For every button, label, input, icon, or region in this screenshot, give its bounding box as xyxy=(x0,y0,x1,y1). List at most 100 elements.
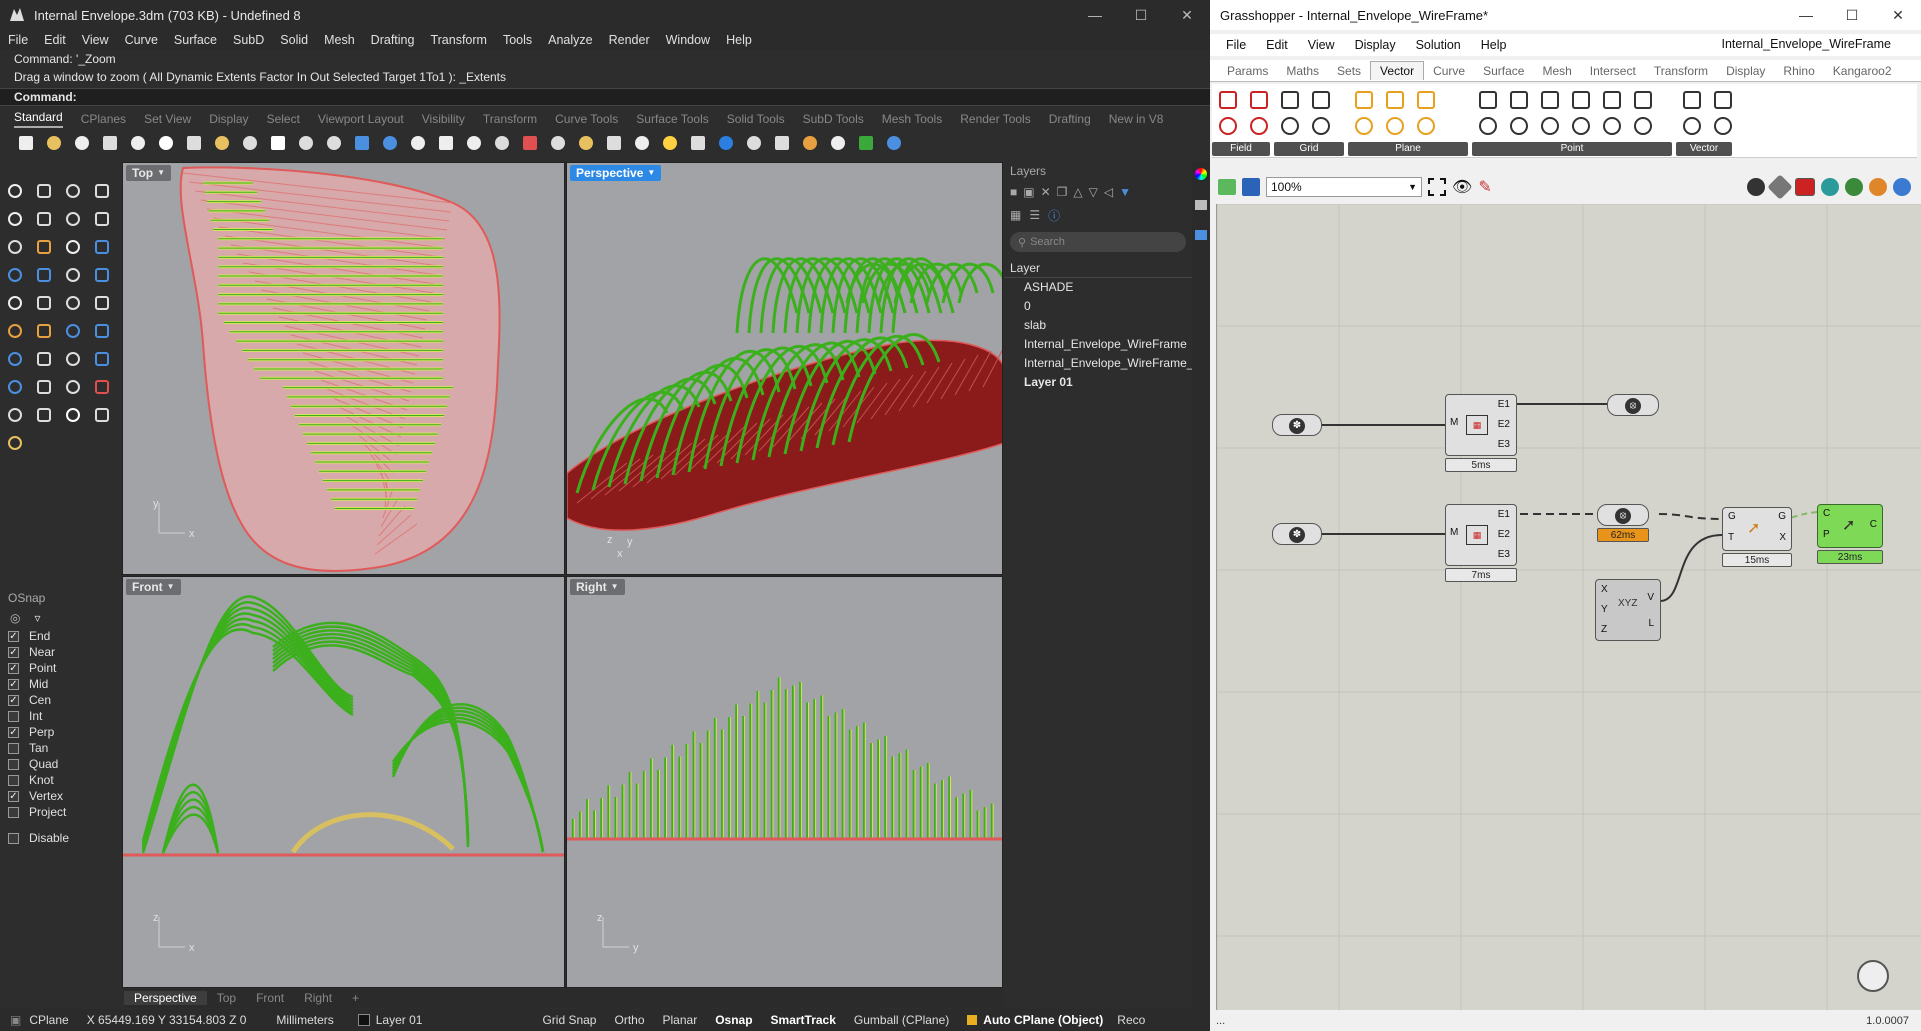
layer-row[interactable]: Layer 01 xyxy=(1004,373,1192,392)
box-icon[interactable] xyxy=(2,262,28,287)
render-icon[interactable] xyxy=(2,430,28,455)
render-icon[interactable] xyxy=(658,131,682,155)
layer-row[interactable]: Internal_Envelope_WireFrame_ xyxy=(1004,354,1192,373)
vector-tool-icon[interactable] xyxy=(1247,88,1271,112)
menu-analyze[interactable]: Analyze xyxy=(548,33,592,47)
gh-tab-transform[interactable]: Transform xyxy=(1645,62,1717,80)
gear-icon[interactable] xyxy=(826,131,850,155)
checkbox[interactable] xyxy=(8,758,19,770)
vector-tool-icon[interactable] xyxy=(1631,114,1655,138)
rotate-icon[interactable] xyxy=(60,318,86,343)
tab-standard[interactable]: Standard xyxy=(14,110,63,128)
menu-tools[interactable]: Tools xyxy=(503,33,532,47)
tab-select[interactable]: Select xyxy=(267,112,300,128)
snap-icon[interactable] xyxy=(2,402,28,427)
menu-drafting[interactable]: Drafting xyxy=(371,33,415,47)
polyline-icon[interactable] xyxy=(60,178,86,203)
pan-icon[interactable] xyxy=(266,131,290,155)
paste-icon[interactable] xyxy=(210,131,234,155)
grid-icon[interactable]: ▦ xyxy=(1010,208,1021,222)
rotate-view-icon[interactable] xyxy=(434,131,458,155)
gh-deconstruct-plane-2[interactable]: M ▦ E1 E2 E3 xyxy=(1445,504,1517,566)
close-button[interactable]: ✕ xyxy=(1875,0,1921,30)
filter-icon[interactable]: ▼ xyxy=(1119,185,1131,199)
checkbox[interactable]: ✓ xyxy=(8,790,19,802)
zoom-selected-icon[interactable] xyxy=(406,131,430,155)
status-layer[interactable]: Layer 01 xyxy=(376,1013,423,1027)
layer-row[interactable]: ASHADE xyxy=(1004,278,1192,297)
sun-icon[interactable] xyxy=(798,131,822,155)
menu-solid[interactable]: Solid xyxy=(280,33,308,47)
osnap-disable[interactable]: Disable xyxy=(0,830,122,846)
zoom-window-icon[interactable] xyxy=(350,131,374,155)
display-icon[interactable] xyxy=(1195,200,1207,210)
save-icon[interactable] xyxy=(1242,178,1260,196)
gh-tab-surface[interactable]: Surface xyxy=(1474,62,1533,80)
vector-tool-icon[interactable] xyxy=(1383,88,1407,112)
checkbox[interactable]: ✓ xyxy=(8,630,19,642)
duplicate-icon[interactable]: ❐ xyxy=(1057,185,1068,199)
osnap-icon[interactable] xyxy=(60,374,86,399)
vector-tool-icon[interactable] xyxy=(1278,88,1302,112)
gh-tab-kangaroo2[interactable]: Kangaroo2 xyxy=(1824,62,1901,80)
gh-tab-params[interactable]: Params xyxy=(1218,62,1277,80)
cylinder-icon[interactable] xyxy=(60,262,86,287)
status-planar[interactable]: Planar xyxy=(663,1013,698,1027)
move-left-icon[interactable]: ◁ xyxy=(1104,185,1113,199)
zoom-extents-icon[interactable] xyxy=(378,131,402,155)
vector-tool-icon[interactable] xyxy=(1309,114,1333,138)
minimize-button[interactable]: — xyxy=(1072,0,1118,30)
status-smarttrack[interactable]: SmartTrack xyxy=(771,1013,836,1027)
checkbox[interactable]: ✓ xyxy=(8,662,19,674)
status-gumball[interactable]: Gumball (CPlane) xyxy=(854,1013,949,1027)
tab-visibility[interactable]: Visibility xyxy=(422,112,465,128)
gh-menu-solution[interactable]: Solution xyxy=(1416,38,1461,52)
save-icon[interactable] xyxy=(70,131,94,155)
text-icon[interactable] xyxy=(2,346,28,371)
menu-file[interactable]: File xyxy=(8,33,28,47)
vector-tool-icon[interactable] xyxy=(1247,114,1271,138)
gumball-icon[interactable] xyxy=(31,402,57,427)
tab-curve-tools[interactable]: Curve Tools xyxy=(555,112,618,128)
vector-tool-icon[interactable] xyxy=(1569,114,1593,138)
gh-tab-maths[interactable]: Maths xyxy=(1277,62,1328,80)
osnap-point[interactable]: ✓ Point xyxy=(0,660,122,676)
car-icon[interactable] xyxy=(518,131,542,155)
curve-icon[interactable] xyxy=(60,206,86,231)
preview-quality-icon[interactable] xyxy=(1893,178,1911,196)
named-view-icon[interactable] xyxy=(1195,230,1207,240)
osnap-perp[interactable]: ✓ Perp xyxy=(0,724,122,740)
shaded-preview-icon[interactable] xyxy=(1795,178,1815,196)
extend-icon[interactable] xyxy=(89,234,115,259)
gh-tab-curve[interactable]: Curve xyxy=(1424,62,1474,80)
vector-tool-icon[interactable] xyxy=(1680,114,1704,138)
vector-tool-icon[interactable] xyxy=(1631,88,1655,112)
preview-mesh-icon[interactable] xyxy=(1869,178,1887,196)
print-icon[interactable] xyxy=(98,131,122,155)
texture-icon[interactable] xyxy=(770,131,794,155)
undo-icon[interactable] xyxy=(238,131,262,155)
material-icon[interactable] xyxy=(686,131,710,155)
vector-tool-icon[interactable] xyxy=(1507,114,1531,138)
gh-tab-vector[interactable]: Vector xyxy=(1370,61,1425,80)
checkbox[interactable]: ✓ xyxy=(8,678,19,690)
menu-transform[interactable]: Transform xyxy=(430,33,487,47)
gh-tab-mesh[interactable]: Mesh xyxy=(1533,62,1580,80)
grid-icon[interactable] xyxy=(31,374,57,399)
vector-tool-icon[interactable] xyxy=(1414,114,1438,138)
osnap-mid[interactable]: ✓ Mid xyxy=(0,676,122,692)
close-button[interactable]: ✕ xyxy=(1164,0,1210,30)
new-file-icon[interactable] xyxy=(14,131,38,155)
viewport-tab-top[interactable]: Top xyxy=(207,991,246,1005)
gh-document-name[interactable]: Internal_Envelope_WireFrame xyxy=(1721,37,1891,51)
scale-icon[interactable] xyxy=(89,318,115,343)
vector-tool-icon[interactable] xyxy=(1600,88,1624,112)
vector-tool-icon[interactable] xyxy=(1352,88,1376,112)
layer-row[interactable]: 0 xyxy=(1004,297,1192,316)
vector-tool-icon[interactable] xyxy=(1216,114,1240,138)
status-auto-cplane[interactable]: Auto CPlane (Object) xyxy=(983,1013,1103,1027)
analysis-icon[interactable] xyxy=(89,402,115,427)
vector-tool-icon[interactable] xyxy=(1538,88,1562,112)
array-icon[interactable] xyxy=(60,346,86,371)
osnap-project[interactable]: Project xyxy=(0,804,122,820)
